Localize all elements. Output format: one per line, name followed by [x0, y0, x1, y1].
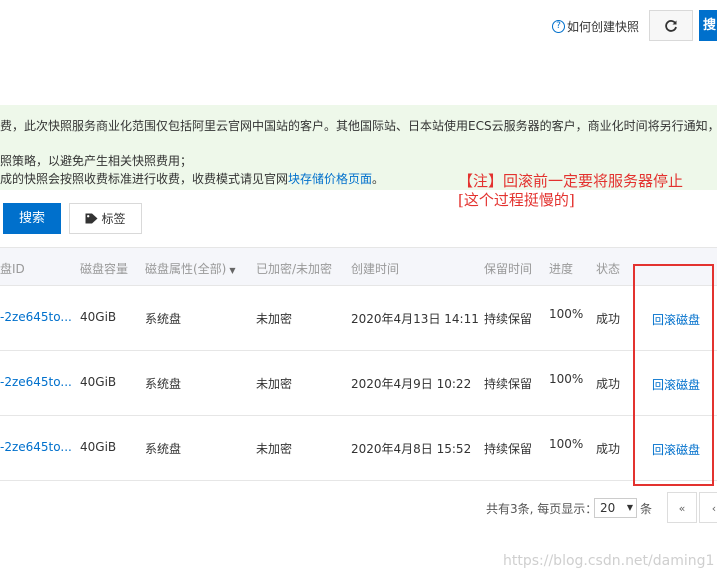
refresh-icon: [665, 19, 677, 32]
prev-page-button[interactable]: ‹: [699, 492, 717, 523]
cell-retention: 持续保留: [484, 377, 533, 391]
annotation-line-1: 【注】回滚前一定要将服务器停止: [458, 172, 684, 190]
page-size-value: 20: [600, 501, 616, 515]
caret-down-icon: ▼: [229, 266, 236, 275]
cell-attr: 系统盘: [145, 442, 182, 456]
first-page-button[interactable]: «: [667, 492, 697, 523]
help-icon: ?: [552, 20, 565, 33]
tag-button-label: 标签: [101, 212, 126, 226]
cell-attr: 系统盘: [145, 377, 182, 391]
annotation-line-2: [这个过程挺慢的]: [458, 191, 575, 209]
header-size: 磁盘容量: [80, 262, 129, 276]
cell-size: 40GiB: [80, 375, 117, 389]
cell-retention: 持续保留: [484, 312, 533, 326]
table-row: -2ze645to... 40GiB 系统盘 未加密 2020年4月8日 15:…: [0, 416, 717, 481]
cell-created: 2020年4月8日 15:52: [351, 442, 472, 456]
create-snapshot-button[interactable]: 搜: [699, 10, 717, 41]
caret-down-icon: ▼: [626, 503, 633, 512]
disk-id-link[interactable]: -2ze645to...: [0, 440, 72, 454]
watermark: https://blog.csdn.net/daming1: [503, 553, 715, 569]
cell-progress: 100%: [549, 437, 584, 451]
cell-status: 成功: [596, 377, 621, 391]
header-retention: 保留时间: [484, 262, 533, 276]
tag-icon: [85, 213, 98, 224]
highlight-box: [633, 264, 714, 486]
snapshot-table: 盘ID 磁盘容量 磁盘属性(全部) ▼ 已加密/未加密 创建时间 保留时间 进度 …: [0, 247, 717, 481]
cell-status: 成功: [596, 312, 621, 326]
cell-encrypt: 未加密: [256, 377, 293, 391]
red-annotation: 【注】回滚前一定要将服务器停止 [这个过程挺慢的]: [458, 172, 683, 210]
notice-line-3: 成的快照会按照收费标准进行收费，收费模式请见官网块存储价格页面。: [0, 170, 384, 187]
table-row: -2ze645to... 40GiB 系统盘 未加密 2020年4月13日 14…: [0, 286, 717, 351]
notice-line-1: 费，此次快照服务商业化范围仅包括阿里云官网中国站的客户。其他国际站、日本站使用E…: [0, 119, 717, 133]
cell-encrypt: 未加密: [256, 442, 293, 456]
table-header: 盘ID 磁盘容量 磁盘属性(全部) ▼ 已加密/未加密 创建时间 保留时间 进度 …: [0, 247, 717, 286]
help-link[interactable]: ? 如何创建快照: [552, 18, 639, 35]
cell-created: 2020年4月9日 10:22: [351, 377, 472, 391]
page-size-select[interactable]: 20 ▼: [594, 498, 637, 518]
notice-line-3-end: 。: [372, 172, 385, 186]
cell-size: 40GiB: [80, 440, 117, 454]
cell-encrypt: 未加密: [256, 312, 293, 326]
header-created: 创建时间: [351, 262, 400, 276]
top-bar: ? 如何创建快照 搜: [0, 0, 717, 90]
cell-progress: 100%: [549, 307, 584, 321]
pagination: 共有3条, 每页显示： 20 ▼ 条 « ‹: [0, 490, 717, 530]
pager-unit: 条: [640, 502, 653, 516]
header-status: 状态: [596, 262, 621, 276]
notice-line-3-text: 成的快照会按照收费标准进行收费，收费模式请见官网: [0, 172, 289, 186]
header-disk-id: 盘ID: [0, 262, 25, 276]
cell-created: 2020年4月13日 14:11: [351, 312, 479, 326]
pricing-page-link[interactable]: 块存储价格页面: [288, 172, 372, 186]
tag-button[interactable]: 标签: [69, 203, 142, 234]
header-progress: 进度: [549, 262, 574, 276]
help-link-label[interactable]: 如何创建快照: [567, 18, 639, 35]
header-attr-label: 磁盘属性(全部): [145, 262, 227, 276]
disk-id-link[interactable]: -2ze645to...: [0, 375, 72, 389]
cell-progress: 100%: [549, 372, 584, 386]
cell-status: 成功: [596, 442, 621, 456]
header-attr-filter[interactable]: 磁盘属性(全部) ▼: [145, 260, 236, 277]
cell-retention: 持续保留: [484, 442, 533, 456]
notice-line-2: 照策略，以避免产生相关快照费用；: [0, 154, 193, 168]
header-encrypt: 已加密/未加密: [256, 262, 333, 276]
search-button[interactable]: 搜索: [3, 203, 61, 234]
cell-size: 40GiB: [80, 310, 117, 324]
cell-attr: 系统盘: [145, 312, 182, 326]
refresh-button[interactable]: [649, 10, 693, 41]
pager-summary: 共有3条, 每页显示：: [486, 502, 598, 516]
table-row: -2ze645to... 40GiB 系统盘 未加密 2020年4月9日 10:…: [0, 351, 717, 416]
disk-id-link[interactable]: -2ze645to...: [0, 310, 72, 324]
